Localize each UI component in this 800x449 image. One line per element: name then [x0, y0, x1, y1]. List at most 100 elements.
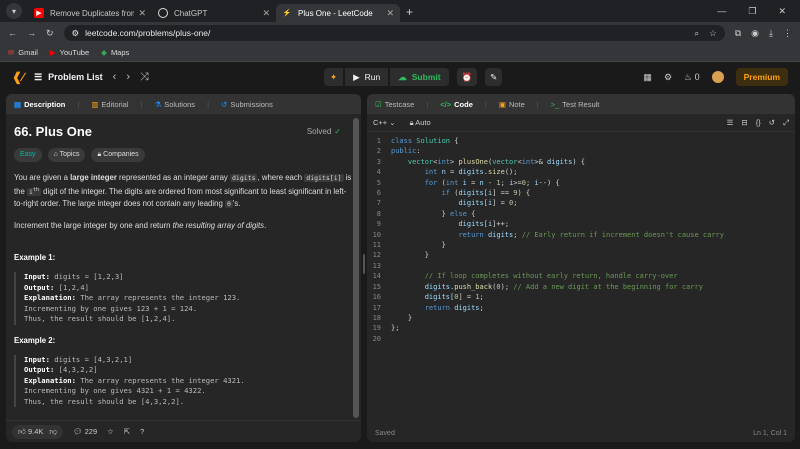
- fullscreen-icon[interactable]: ⤢: [783, 118, 789, 128]
- code-line: 4 int n = digits. size ();: [376, 168, 518, 177]
- share-icon[interactable]: ⇱: [124, 427, 130, 436]
- tab-title: Plus One - LeetCode: [298, 8, 373, 18]
- panel-resizer[interactable]: [362, 94, 366, 442]
- bookmark-youtube[interactable]: ▶ YouTube: [50, 48, 89, 57]
- editor-status-bar: Saved Ln 1, Col 1: [367, 424, 795, 442]
- next-problem-icon[interactable]: ›: [126, 71, 130, 83]
- settings-gear-icon[interactable]: ⚙: [664, 72, 672, 83]
- description-scrollbar[interactable]: [353, 118, 359, 418]
- maps-icon: ◆: [101, 48, 107, 57]
- download-icon[interactable]: ⤓: [769, 28, 773, 39]
- braces-icon[interactable]: {}: [756, 118, 761, 128]
- menu-icon[interactable]: ⋮: [783, 28, 792, 39]
- like-button[interactable]: 👍︎ 9.4K: [18, 427, 43, 437]
- tab-submissions[interactable]: ↺ Submissions: [221, 100, 273, 109]
- difficulty-badge[interactable]: Easy: [14, 148, 42, 162]
- extensions-icon[interactable]: ⧉: [735, 28, 741, 39]
- submit-button[interactable]: ☁ Submit: [390, 68, 449, 86]
- browser-tab-chatgpt[interactable]: ChatGPT ✕: [152, 4, 276, 22]
- editor-toolbar: C++ ⌄ 🔒︎ Auto ☰ ⊟ {} ↺ ⤢: [367, 114, 795, 132]
- maximize-icon[interactable]: ❐: [748, 6, 756, 17]
- code-panel: ☑ Testcase | </> Code | ▣ Note | >_ Test Res…: [367, 94, 795, 442]
- url-text[interactable]: leetcode.com/problems/plus-one/: [85, 28, 210, 38]
- streak-counter[interactable]: ♨ 0: [684, 72, 700, 83]
- note-icon: ▣: [498, 99, 506, 109]
- minimize-icon[interactable]: —: [717, 6, 726, 17]
- avatar[interactable]: [711, 71, 724, 83]
- thumbs-down-icon[interactable]: 👎︎: [49, 427, 57, 437]
- tab-code[interactable]: </> Code: [440, 100, 473, 109]
- zoom-icon[interactable]: ⌕: [694, 28, 699, 39]
- leetcode-logo-icon[interactable]: ❰∕: [12, 70, 24, 84]
- new-tab-icon[interactable]: +: [406, 5, 413, 19]
- close-window-icon[interactable]: ✕: [778, 6, 786, 17]
- code-line: 1 class Solution {: [376, 137, 459, 145]
- youtube-icon: ▶: [49, 48, 56, 57]
- tab-testcase[interactable]: ☑ Testcase: [375, 100, 414, 109]
- browser-tab-leetcode[interactable]: ⚡ Plus One - LeetCode ✕: [276, 4, 400, 22]
- play-icon: ▶: [353, 71, 360, 82]
- star-icon[interactable]: ☆: [107, 427, 114, 436]
- tab-search-icon[interactable]: ▾: [6, 3, 22, 19]
- reset-icon[interactable]: ↺: [769, 118, 775, 128]
- close-tab-icon[interactable]: ✕: [262, 8, 270, 19]
- tab-note[interactable]: ▣ Note: [499, 100, 525, 109]
- page-title: 66. Plus One: [14, 124, 93, 139]
- auto-mode-toggle[interactable]: 🔒︎ Auto: [410, 118, 431, 128]
- lock-icon: 🔒︎: [409, 117, 414, 127]
- cursor-position: Ln 1, Col 1: [753, 429, 787, 437]
- code-line: 17 return digits;: [372, 303, 484, 312]
- bookmark-star-icon[interactable]: ☆: [709, 28, 717, 39]
- profile-icon[interactable]: ◉: [751, 28, 759, 39]
- premium-button[interactable]: Premium: [735, 68, 788, 86]
- problem-statement: You are given a large integer represente…: [14, 173, 352, 209]
- site-info-icon[interactable]: ⚙: [72, 28, 80, 39]
- help-icon[interactable]: ?: [140, 427, 144, 436]
- description-footer: 👍︎ 9.4K 👎︎ 💬︎ 229 ☆ ⇱ ?: [6, 420, 361, 442]
- checkbox-icon: ☑: [375, 99, 382, 109]
- tab-solutions[interactable]: ⚗ Solutions: [154, 100, 195, 109]
- forward-icon[interactable]: →: [27, 28, 36, 38]
- tab-editorial[interactable]: ▥ Editorial: [91, 100, 128, 109]
- browser-tab-youtube[interactable]: ▶ Remove Duplicates from Sorted ✕: [28, 4, 152, 22]
- notes-icon[interactable]: ✎: [485, 68, 503, 86]
- code-line: 19};: [372, 324, 400, 333]
- code-line: 5 for (int i = n - 1; i >= 0; i --) {: [376, 178, 560, 187]
- code-line: 14 // If loop completes without early re…: [372, 272, 678, 281]
- format-icon[interactable]: ☰: [727, 118, 734, 128]
- example-title: Example 2:: [14, 335, 56, 345]
- solved-status: Solved ✓: [306, 127, 341, 136]
- bookmark-gmail[interactable]: ✉ Gmail: [8, 48, 38, 57]
- timer-icon[interactable]: ⏰: [456, 68, 478, 86]
- code-editor[interactable]: 1 class Solution { 2 public: 3 vector < int >…: [367, 132, 795, 344]
- topics-tag[interactable]: ⌂ Topics: [47, 148, 86, 162]
- shuffle-icon[interactable]: ⤨: [140, 71, 149, 84]
- history-icon: ↺: [221, 99, 228, 109]
- tab-description[interactable]: ▤ Description: [14, 100, 65, 109]
- layout-icon[interactable]: ▦: [643, 72, 652, 83]
- comments-button[interactable]: 💬︎ 229: [73, 427, 97, 436]
- language-select[interactable]: C++ ⌄: [373, 118, 396, 127]
- problem-tags: Easy ⌂ Topics 🔒︎ Companies: [14, 148, 353, 162]
- debug-icon[interactable]: ✦: [324, 68, 344, 86]
- close-tab-icon[interactable]: ✕: [138, 8, 146, 19]
- problem-list-button[interactable]: ☰ Problem List: [34, 72, 103, 83]
- example-block: Input: digits = [1,2,3] Output: [1,2,4] …: [14, 272, 353, 325]
- tab-title: ChatGPT: [174, 8, 208, 18]
- prev-problem-icon[interactable]: ‹: [113, 71, 117, 83]
- book-icon: ▥: [91, 99, 99, 109]
- close-tab-icon[interactable]: ✕: [386, 8, 394, 19]
- list-icon: ☰: [34, 71, 43, 82]
- bookmark-maps[interactable]: ◆ Maps: [101, 48, 129, 57]
- companies-tag[interactable]: 🔒︎ Companies: [91, 148, 145, 162]
- bookmarks-bar: ✉ Gmail ▶ YouTube ◆ Maps: [0, 44, 800, 62]
- back-icon[interactable]: ←: [8, 28, 17, 38]
- run-button[interactable]: ▶ Run: [345, 68, 389, 86]
- bookmark-icon[interactable]: ⊟: [741, 118, 747, 128]
- address-bar[interactable]: ⚙ leetcode.com/problems/plus-one/ ⌕ ☆: [63, 25, 725, 41]
- reload-icon[interactable]: ↻: [46, 28, 54, 39]
- tab-test-result[interactable]: >_ Test Result: [551, 100, 600, 109]
- gmail-icon: ✉: [8, 48, 15, 57]
- code-line: 12 }: [372, 251, 429, 260]
- address-bar-row: ← → ↻ ⚙ leetcode.com/problems/plus-one/ …: [0, 22, 800, 44]
